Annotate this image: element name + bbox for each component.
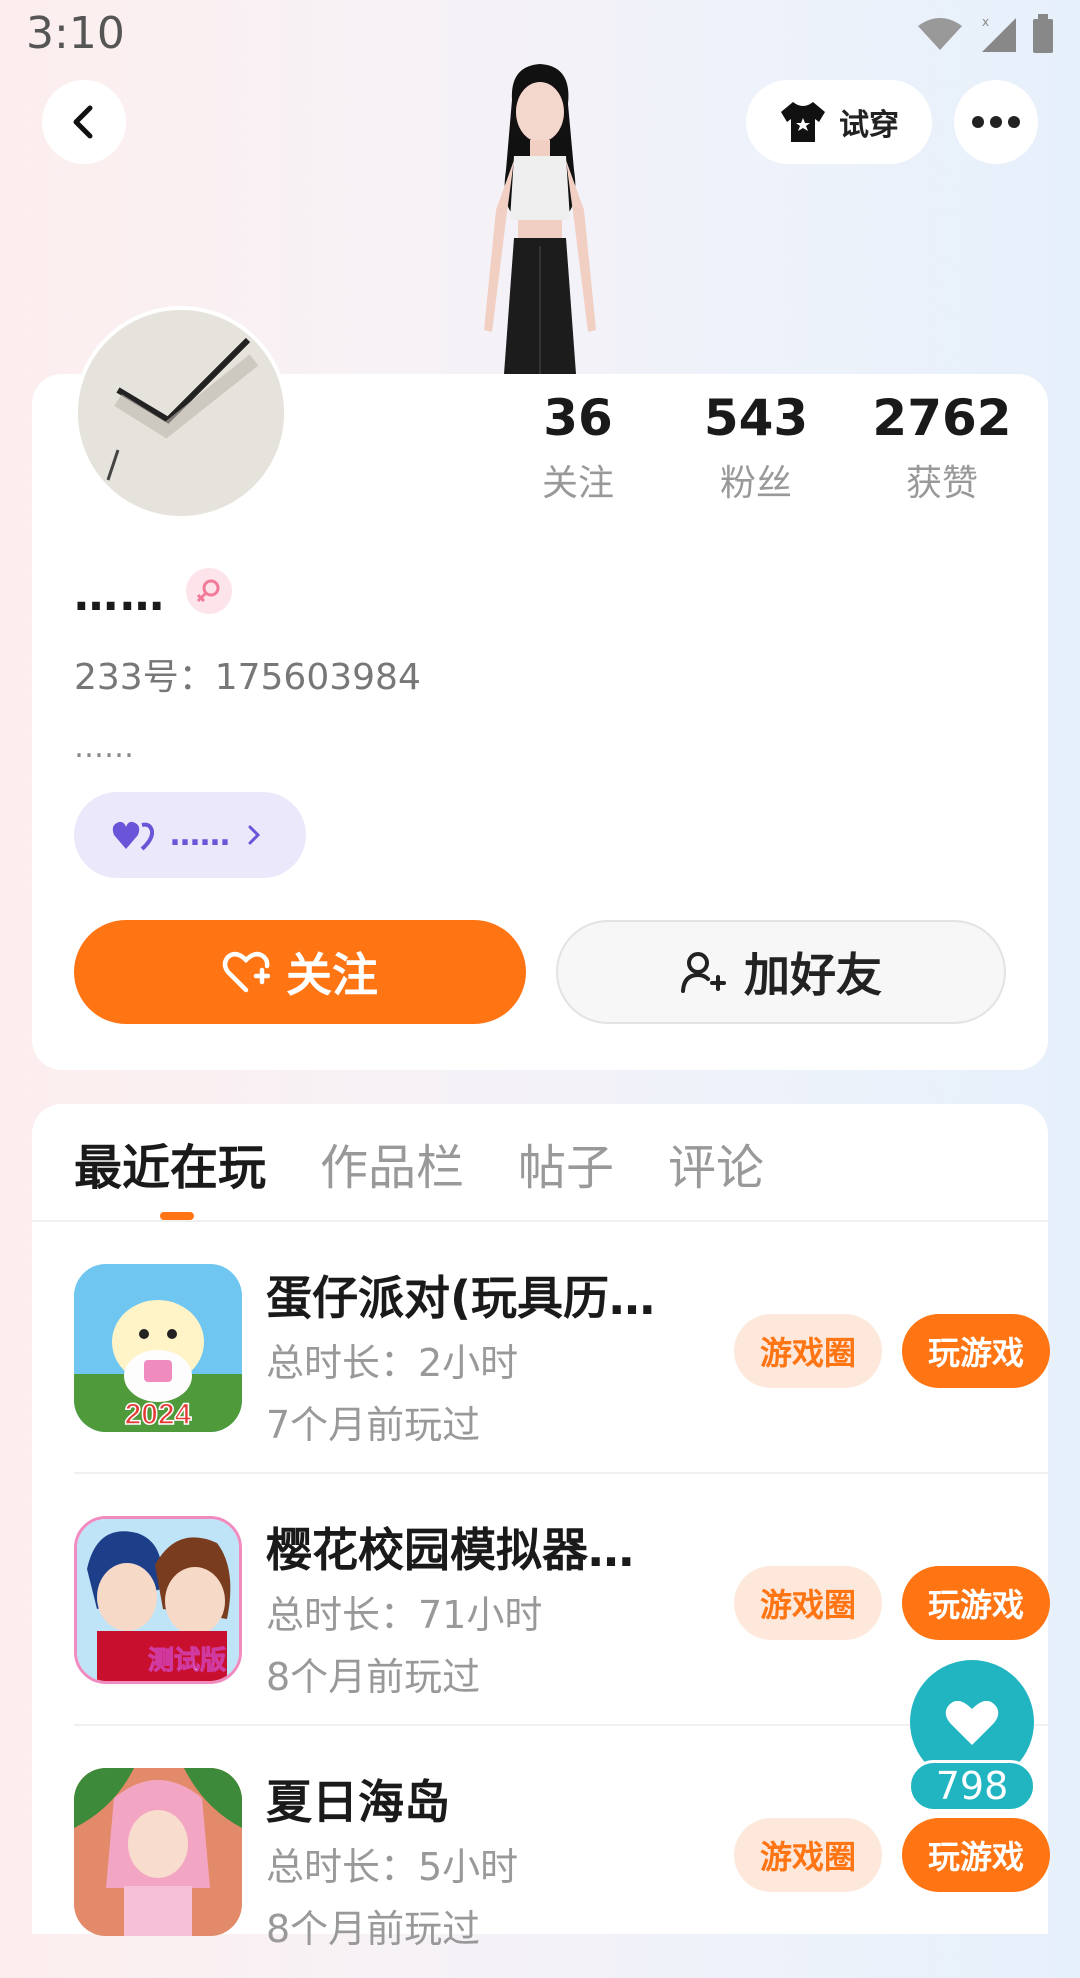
stat-following[interactable]: 36 关注 xyxy=(488,388,668,506)
game-last-played: 7个月前玩过 xyxy=(266,1403,481,1447)
relationship-tag-pill[interactable]: …… xyxy=(74,792,306,878)
more-button[interactable] xyxy=(954,80,1038,164)
fans-count: 543 xyxy=(703,389,809,447)
tshirt-icon xyxy=(781,102,825,142)
game-icon-summer-island[interactable] xyxy=(74,1768,242,1936)
nickname: …… xyxy=(74,570,166,621)
play-game-button[interactable]: 玩游戏 xyxy=(902,1566,1050,1640)
play-game-button[interactable]: 玩游戏 xyxy=(902,1314,1050,1388)
user-avatar[interactable] xyxy=(74,306,288,520)
following-count: 36 xyxy=(543,389,613,447)
try-on-label: 试穿 xyxy=(839,108,899,143)
play-game-button[interactable]: 玩游戏 xyxy=(902,1818,1050,1892)
battery-icon xyxy=(1033,14,1053,53)
game-duration: 总时长：71小时 xyxy=(266,1593,543,1637)
double-heart-icon xyxy=(112,821,154,851)
status-bar: 3:10 x xyxy=(0,0,1080,64)
cell-signal-icon: x xyxy=(982,15,1016,52)
user-id: 233号：175603984 xyxy=(74,657,421,698)
tabs-divider xyxy=(32,1220,1048,1222)
tab-recently-played[interactable]: 最近在玩 xyxy=(74,1128,266,1208)
game-title: 夏日海岛 xyxy=(266,1775,450,1829)
follow-label: 关注 xyxy=(286,948,378,1002)
game-circle-button[interactable]: 游戏圈 xyxy=(734,1818,882,1892)
recent-games-card: 最近在玩 作品栏 帖子 评论 2024 蛋仔派对(玩具历… 总时长：2小时 7个… xyxy=(32,1104,1050,1951)
game-circle-button[interactable]: 游戏圈 xyxy=(734,1566,882,1640)
user-bio: …… xyxy=(74,730,134,765)
fans-label: 粉丝 xyxy=(719,463,792,504)
add-friend-label: 加好友 xyxy=(744,948,882,1002)
add-friend-button[interactable]: 加好友 xyxy=(556,920,1006,1024)
row-divider xyxy=(74,1472,1048,1474)
game-row[interactable]: 2024 蛋仔派对(玩具历… 总时长：2小时 7个月前玩过 游戏圈 玩游戏 xyxy=(74,1224,1050,1474)
more-dots-icon xyxy=(972,116,1020,128)
back-arrow-icon xyxy=(73,105,93,139)
tab-works[interactable]: 作品栏 xyxy=(320,1128,464,1208)
status-icons: x xyxy=(916,14,1054,54)
add-user-icon xyxy=(681,952,726,993)
tab-posts[interactable]: 帖子 xyxy=(518,1128,614,1208)
heart-icon xyxy=(945,1700,999,1745)
svg-text:x: x xyxy=(982,15,989,29)
back-button[interactable] xyxy=(42,80,126,164)
heart-plus-icon xyxy=(222,951,270,993)
likes-label: 获赞 xyxy=(905,463,978,504)
try-on-button[interactable]: 试穿 xyxy=(746,80,932,164)
row-divider xyxy=(74,1724,1048,1726)
active-tab-indicator xyxy=(160,1212,194,1220)
game-row[interactable]: 测试版 樱花校园模拟器… 总时长：71小时 8个月前玩过 游戏圈 玩游戏 xyxy=(74,1476,1050,1726)
likes-count: 2762 xyxy=(872,389,1012,447)
stat-likes: 2762 获赞 xyxy=(852,388,1032,506)
game-title: 樱花校园模拟器… xyxy=(266,1523,634,1577)
tab-comments[interactable]: 评论 xyxy=(668,1128,764,1208)
game-duration: 总时长：5小时 xyxy=(266,1845,519,1889)
game-icon-eggy-party[interactable]: 2024 xyxy=(74,1264,242,1432)
game-row[interactable]: 夏日海岛 总时长：5小时 8个月前玩过 游戏圈 玩游戏 xyxy=(74,1728,1050,1978)
stat-fans[interactable]: 543 粉丝 xyxy=(666,388,846,506)
tag-label: …… xyxy=(170,817,230,853)
follow-button[interactable]: 关注 xyxy=(74,920,526,1024)
wifi-icon xyxy=(918,18,962,50)
game-last-played: 8个月前玩过 xyxy=(266,1907,481,1951)
game-circle-button[interactable]: 游戏圈 xyxy=(734,1314,882,1388)
status-time: 3:10 xyxy=(26,8,125,59)
game-badge-test: 测试版 xyxy=(148,1646,226,1676)
game-last-played: 8个月前玩过 xyxy=(266,1655,481,1699)
chevron-right-icon xyxy=(248,825,261,845)
game-badge-year: 2024 xyxy=(125,1398,192,1431)
game-duration: 总时长：2小时 xyxy=(266,1341,519,1385)
like-count: 798 xyxy=(908,1760,1036,1812)
profile-tabs: 最近在玩 作品栏 帖子 评论 xyxy=(74,1128,764,1208)
game-icon-sakura-school[interactable]: 测试版 xyxy=(74,1516,242,1684)
game-title: 蛋仔派对(玩具历… xyxy=(266,1271,656,1325)
female-gender-icon xyxy=(186,568,232,614)
avatar-3d-figure[interactable] xyxy=(440,60,640,374)
following-label: 关注 xyxy=(541,463,614,504)
